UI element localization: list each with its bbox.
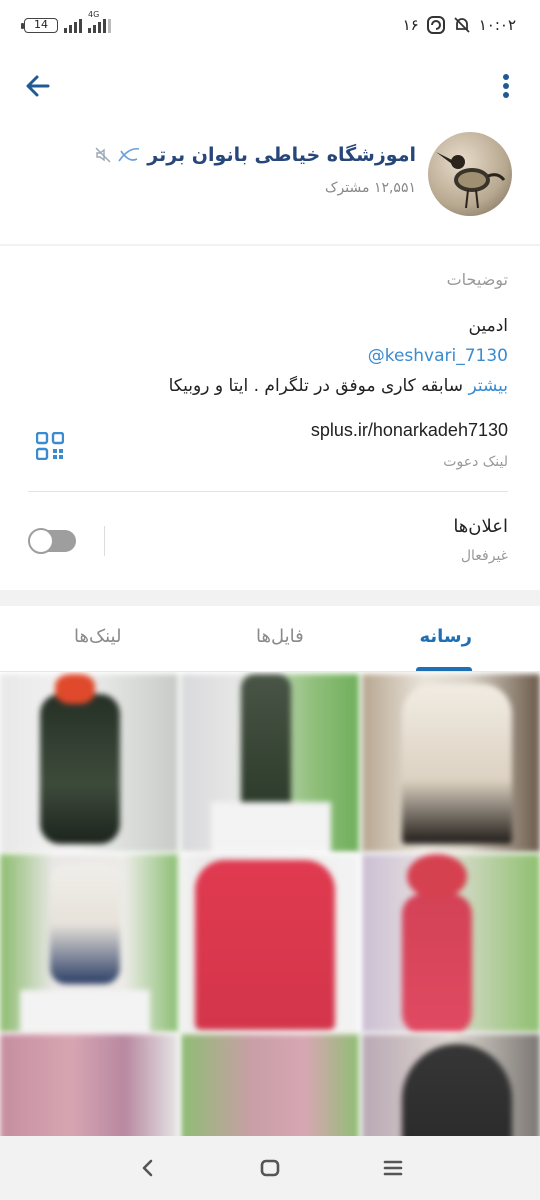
status-left: 14 4G [21,10,111,33]
description-text: سابقه کاری موفق در تلگرام . ایتا و روبیک… [168,376,464,396]
nav-back-icon[interactable] [136,1156,160,1180]
more-link[interactable]: بیشتر [468,376,508,396]
channel-info-card: توضیحات ادمین @keshvari_7130 بیشتر سابقه… [0,246,540,590]
qr-code-icon[interactable] [36,432,64,460]
channel-avatar[interactable] [428,132,512,216]
status-right: ۱۶ ۱۰:۰۲ [403,16,516,34]
invite-link[interactable]: splus.ir/honarkadeh7130 [311,420,508,441]
battery-indicator: 14 [21,18,58,33]
subscriber-count: ۱۲,۵۵۱ مشترک [325,180,416,196]
media-thumbnail[interactable] [362,674,540,852]
bird-figure-image [436,152,506,209]
nav-recents-icon[interactable] [381,1156,405,1180]
needle-thread-icon [118,147,140,162]
signal-icon-2 [88,18,111,33]
vertical-separator [104,526,105,556]
notification-count: ۱۶ [402,16,419,34]
media-thumbnail[interactable] [181,674,359,852]
media-grid [0,672,540,1136]
description-line-3: بیشتر سابقه کاری موفق در تلگرام . ایتا و… [169,376,508,396]
section-title: توضیحات [446,270,508,289]
network-indicator: 4G [88,10,111,33]
notifications-toggle[interactable] [28,528,76,554]
tab-media[interactable]: رسانه [420,626,473,647]
media-thumbnail[interactable] [0,854,178,1032]
app-notification-icon [426,16,445,34]
media-thumbnail[interactable] [362,1034,540,1136]
media-thumbnail[interactable] [181,1034,359,1136]
network-label: 4G [88,9,100,19]
battery-level: 14 [34,18,48,31]
notifications-title: اعلان‌ها [453,516,508,537]
status-bar: 14 4G ۱۶ ۱۰:۰۲ [0,0,540,56]
system-nav-bar [0,1136,540,1200]
channel-title-row: اموزشگاه خیاطی بانوان برتر [95,144,416,166]
media-thumbnail[interactable] [181,854,359,1032]
media-thumbnail[interactable] [0,674,178,852]
muted-icon [95,147,111,163]
channel-header: اموزشگاه خیاطی بانوان برتر ۱۲,۵۵۱ مشترک [0,56,540,244]
tab-files[interactable]: فایل‌ها [256,626,304,647]
notifications-status: غیرفعال [460,548,508,564]
media-tabs: رسانه فایل‌ها لینک‌ها [0,606,540,672]
media-thumbnail[interactable] [0,1034,178,1136]
status-time: ۱۰:۰۲ [478,16,516,34]
invite-link-label: لینک دعوت [443,454,508,470]
signal-icon [64,18,82,33]
more-vert-icon[interactable] [496,72,516,100]
divider [28,491,508,492]
active-tab-indicator [416,667,472,671]
admin-username-link[interactable]: @keshvari_7130 [368,346,508,366]
nav-home-icon[interactable] [258,1156,282,1180]
media-thumbnail[interactable] [362,854,540,1032]
back-arrow-icon[interactable] [22,70,54,102]
tab-links[interactable]: لینک‌ها [74,626,121,647]
silent-bell-icon [454,17,470,33]
channel-title: اموزشگاه خیاطی بانوان برتر [147,144,416,166]
description-line-1: ادمین [468,316,508,336]
